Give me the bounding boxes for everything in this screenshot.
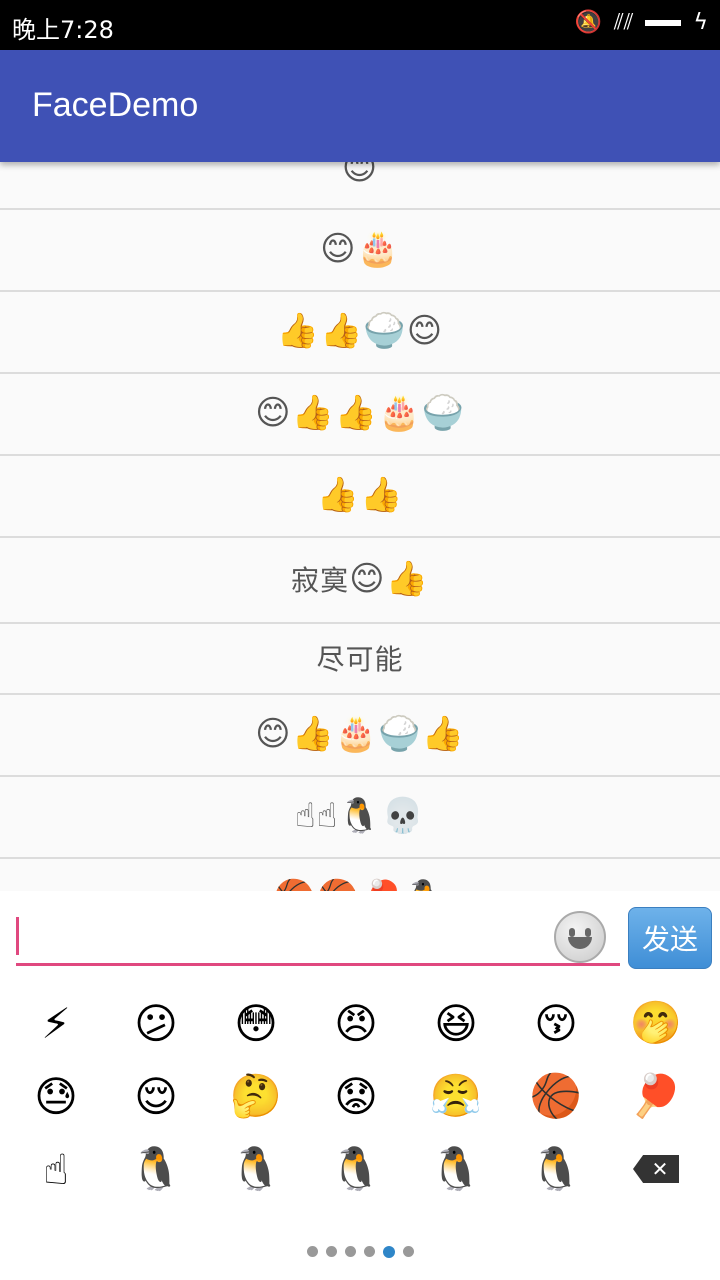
message-emojis: 😊🎂 bbox=[320, 229, 400, 269]
composer: 发送 ⚡ 😕 😳 😠 😆 😚 🤭 😓 😌 🤔 😟 😤 🏀 🏓 ☝ 🐧 🐧 🐧 🐧 🐧 ✕ bbox=[0, 891, 720, 1280]
app-title: FaceDemo bbox=[32, 86, 199, 124]
message-text: 寂寞 bbox=[291, 564, 350, 597]
eye bbox=[569, 928, 575, 937]
backspace-button[interactable]: ✕ bbox=[606, 1133, 706, 1205]
message-row[interactable]: 尽可能 bbox=[0, 622, 720, 695]
emoji-key[interactable]: 😕 bbox=[106, 987, 206, 1059]
message-emojis: 😊 bbox=[341, 162, 379, 188]
page-dot[interactable] bbox=[306, 1246, 318, 1257]
send-button[interactable]: 发送 bbox=[628, 907, 712, 969]
message-row[interactable]: 寂寞 😊👍 bbox=[0, 536, 720, 624]
emoji-key[interactable]: 🏓 bbox=[606, 1060, 706, 1132]
mute-icon: 🔕 bbox=[574, 10, 602, 35]
emoji-key[interactable]: 😆 bbox=[406, 987, 506, 1059]
message-input-field[interactable] bbox=[16, 913, 620, 966]
emoji-key[interactable]: 😌 bbox=[106, 1060, 206, 1132]
emoji-key[interactable]: 😓 bbox=[6, 1060, 106, 1132]
message-list[interactable]: 😊 😊🎂 👍👍🍚😊 😊👍👍🎂🍚 👍👍 寂寞😊👍 尽可能 😊👍🎂🍚👍 ☝☝🐧💀 🏀🏀🏓🐧 bbox=[0, 162, 720, 891]
emoji-toggle-icon[interactable] bbox=[554, 911, 606, 963]
emoji-key[interactable]: 😠 bbox=[306, 987, 406, 1059]
emoji-key[interactable]: 😳 bbox=[206, 987, 306, 1059]
message-row[interactable]: 👍👍 bbox=[0, 454, 720, 538]
emoji-key[interactable]: 🤭 bbox=[606, 987, 706, 1059]
message-row[interactable]: 😊 bbox=[0, 162, 720, 210]
backspace-icon: ✕ bbox=[633, 1155, 679, 1183]
emoji-key[interactable]: 🐧 bbox=[306, 1133, 406, 1205]
emoji-key[interactable]: 🐧 bbox=[206, 1133, 306, 1205]
message-row[interactable]: 😊👍🎂🍚👍 bbox=[0, 693, 720, 777]
status-icons: 🔕 ⫽⫽ ϟ bbox=[574, 10, 708, 35]
message-row[interactable]: 🏀🏀🏓🐧 bbox=[0, 857, 720, 891]
message-row[interactable]: 👍👍🍚😊 bbox=[0, 290, 720, 374]
message-row[interactable]: 😊🎂 bbox=[0, 208, 720, 292]
emoji-key[interactable]: 😚 bbox=[506, 987, 606, 1059]
emoji-key[interactable]: ⚡ bbox=[6, 987, 106, 1059]
message-emojis: 😊👍👍🎂🍚 bbox=[255, 393, 465, 433]
emoji-key[interactable]: 😟 bbox=[306, 1060, 406, 1132]
page-dot-active[interactable] bbox=[382, 1246, 395, 1258]
status-time: 晚上7:28 bbox=[12, 16, 114, 44]
message-emojis: 👍👍 bbox=[316, 475, 404, 515]
message-text: 尽可能 bbox=[316, 642, 404, 676]
status-bar: 晚上7:28 🔕 ⫽⫽ ϟ bbox=[0, 0, 720, 50]
text-caret bbox=[16, 917, 19, 955]
emoji-key[interactable]: 🐧 bbox=[106, 1133, 206, 1205]
eye bbox=[585, 928, 591, 937]
message-row[interactable]: 😊👍👍🎂🍚 bbox=[0, 372, 720, 456]
message-emojis: 🏀🏀🏓🐧 bbox=[273, 878, 446, 891]
signal-icon: ⫽⫽ bbox=[613, 10, 634, 35]
emoji-key[interactable]: 😤 bbox=[406, 1060, 506, 1132]
emoji-key[interactable]: 🐧 bbox=[506, 1133, 606, 1205]
mouth bbox=[568, 937, 592, 949]
app-bar: FaceDemo bbox=[0, 50, 720, 162]
message-row[interactable]: ☝☝🐧💀 bbox=[0, 775, 720, 859]
charging-icon: ϟ bbox=[693, 10, 708, 35]
message-input[interactable] bbox=[24, 913, 548, 963]
page-dot[interactable] bbox=[363, 1246, 375, 1257]
page-indicator bbox=[0, 1246, 720, 1258]
page-dot[interactable] bbox=[402, 1246, 414, 1257]
battery-icon bbox=[645, 19, 682, 26]
message-emojis: ☝☝🐧💀 bbox=[294, 796, 426, 836]
page-dot[interactable] bbox=[325, 1246, 337, 1257]
emoji-key[interactable]: 🏀 bbox=[506, 1060, 606, 1132]
message-emojis: 😊👍🎂🍚👍 bbox=[255, 714, 465, 754]
page-dot[interactable] bbox=[344, 1246, 356, 1257]
emoji-key[interactable]: 🤔 bbox=[206, 1060, 306, 1132]
emoji-key[interactable]: 🐧 bbox=[406, 1133, 506, 1205]
emoji-key[interactable]: ☝ bbox=[6, 1133, 106, 1205]
message-emojis: 👍👍🍚😊 bbox=[276, 311, 444, 351]
message-emojis: 😊👍 bbox=[349, 559, 429, 599]
